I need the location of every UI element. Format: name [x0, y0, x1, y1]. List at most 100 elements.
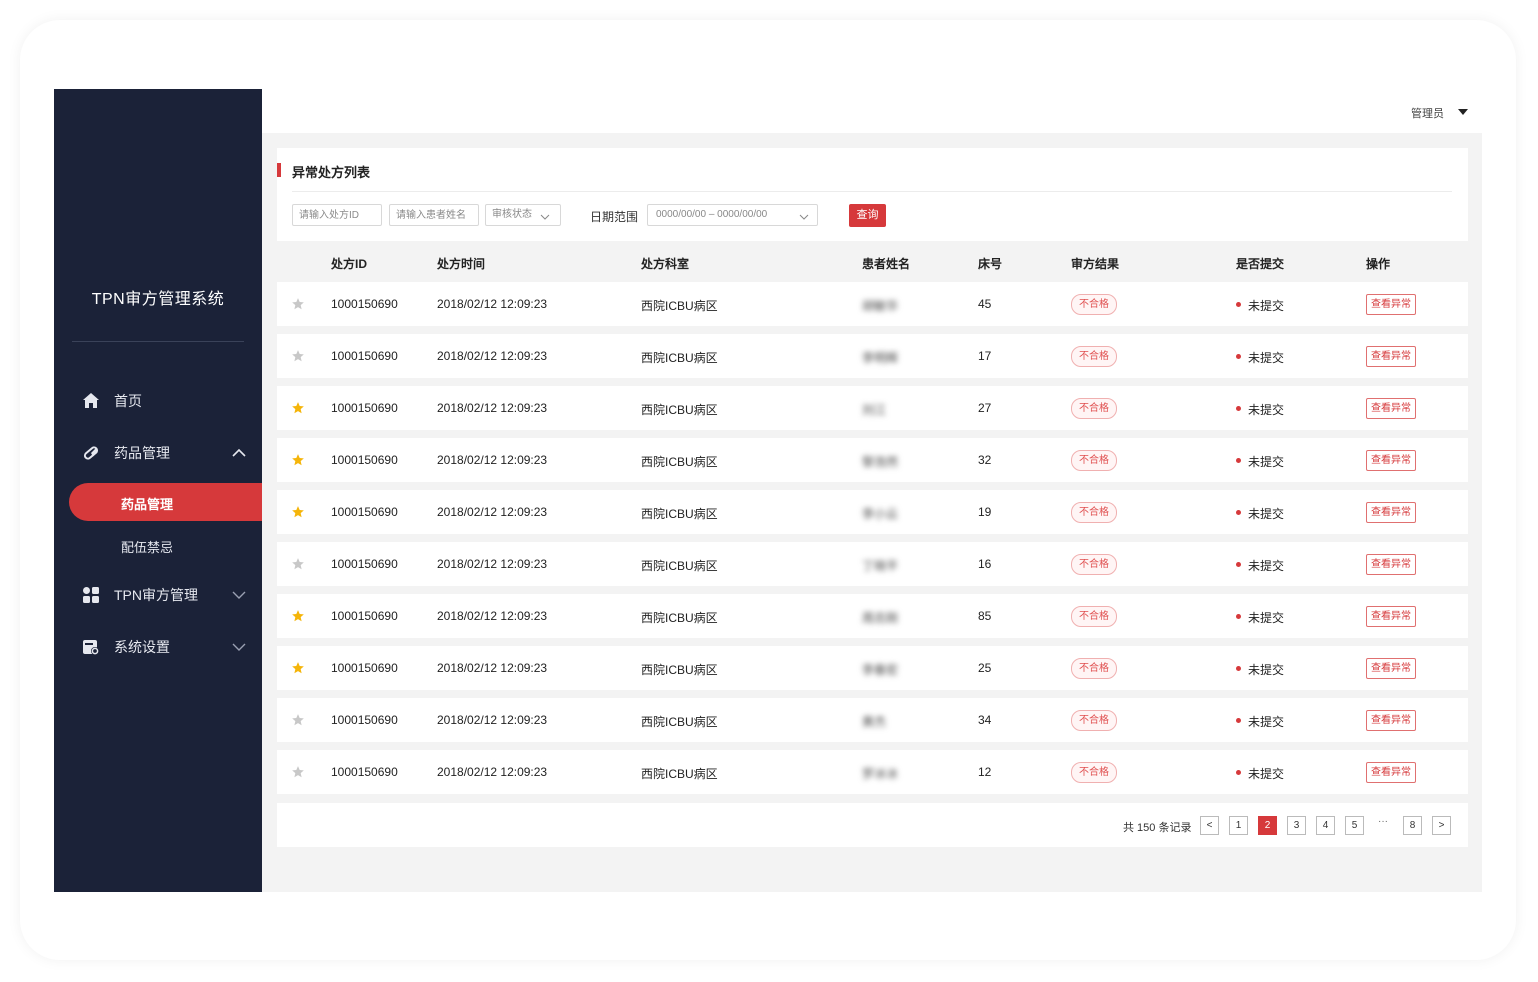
view-exception-button[interactable]: 查看异常 — [1366, 502, 1416, 523]
page-button[interactable]: 1 — [1229, 816, 1248, 835]
submenu-item-drug-management[interactable]: 药品管理 — [69, 483, 262, 521]
page-title: 异常处方列表 — [292, 165, 371, 180]
prescription-id: 1000150690 — [331, 349, 398, 363]
star-icon[interactable] — [291, 557, 305, 571]
prev-page-button[interactable]: < — [1200, 816, 1219, 835]
prescription-dept: 西院ICBU病区 — [641, 507, 718, 521]
status-dot — [1236, 614, 1241, 619]
page-button[interactable]: 3 — [1287, 816, 1306, 835]
sidebar-item-drug-management[interactable]: 药品管理 — [54, 433, 262, 473]
view-exception-button[interactable]: 查看异常 — [1366, 606, 1416, 627]
table-row[interactable]: 1000150690 2018/02/12 12:09:23 西院ICBU病区 … — [277, 594, 1468, 638]
prescription-time: 2018/02/12 12:09:23 — [437, 505, 548, 519]
patient-name: 李明辉 — [862, 351, 899, 365]
sidebar-divider — [72, 341, 244, 342]
prescription-time: 2018/02/12 12:09:23 — [437, 297, 548, 311]
submit-status: 未提交 — [1248, 351, 1285, 365]
review-status-select[interactable]: 审核状态 — [485, 204, 561, 226]
user-menu[interactable]: 管理员 — [1411, 105, 1444, 121]
patient-name-input[interactable] — [389, 204, 479, 226]
date-range-picker[interactable]: 0000/00/00 – 0000/00/00 — [647, 204, 818, 226]
patient-name: 周志刚 — [862, 611, 899, 625]
table-row[interactable]: 1000150690 2018/02/12 12:09:23 西院ICBU病区 … — [277, 542, 1468, 586]
table-row[interactable]: 1000150690 2018/02/12 12:09:23 西院ICBU病区 … — [277, 750, 1468, 794]
sidebar-item-system-settings[interactable]: 系统设置 — [54, 627, 262, 667]
bed-number: 32 — [978, 453, 992, 467]
view-exception-button[interactable]: 查看异常 — [1366, 294, 1416, 315]
view-exception-button[interactable]: 查看异常 — [1366, 762, 1416, 783]
submit-status: 未提交 — [1248, 507, 1285, 521]
prescription-id: 1000150690 — [331, 661, 398, 675]
patient-name: 罗冰冰 — [862, 767, 899, 781]
view-exception-button[interactable]: 查看异常 — [1366, 710, 1416, 731]
bed-number: 25 — [978, 661, 992, 675]
star-icon[interactable] — [291, 349, 305, 363]
submenu-item-incompatibility[interactable]: 配伍禁忌 — [121, 537, 173, 556]
pagination: 共 150 条记录 < 1 2 3 4 5 ··· 8 > — [277, 803, 1468, 847]
view-exception-button[interactable]: 查看异常 — [1366, 346, 1416, 367]
star-icon[interactable] — [291, 609, 305, 623]
prescription-dept: 西院ICBU病区 — [641, 455, 718, 469]
status-dot — [1236, 302, 1241, 307]
prescription-time: 2018/02/12 12:09:23 — [437, 713, 548, 727]
submenu-item-label: 药品管理 — [121, 497, 174, 512]
sidebar-item-home[interactable]: 首页 — [54, 381, 262, 421]
chevron-down-icon — [540, 210, 550, 220]
column-header: 患者姓名 — [862, 257, 911, 271]
star-icon[interactable] — [291, 401, 305, 415]
patient-name: 胡敏华 — [862, 299, 899, 313]
view-exception-button[interactable]: 查看异常 — [1366, 658, 1416, 679]
patient-name: 李春宏 — [862, 663, 899, 677]
bed-number: 12 — [978, 765, 992, 779]
prescription-time: 2018/02/12 12:09:23 — [437, 557, 548, 571]
next-page-button[interactable]: > — [1432, 816, 1451, 835]
table-row[interactable]: 1000150690 2018/02/12 12:09:23 西院ICBU病区 … — [277, 646, 1468, 690]
column-header: 处方ID — [331, 257, 368, 271]
patient-name: 刘江 — [862, 403, 887, 417]
date-range-label: 日期范围 — [590, 210, 639, 224]
star-icon[interactable] — [291, 505, 305, 519]
page-button[interactable]: 2 — [1258, 816, 1277, 835]
prescription-id: 1000150690 — [331, 765, 398, 779]
bed-number: 45 — [978, 297, 992, 311]
sidebar-item-label: 药品管理 — [114, 445, 170, 461]
app-title: TPN审方管理系统 — [91, 291, 225, 308]
star-icon[interactable] — [291, 765, 305, 779]
result-badge: 不合格 — [1071, 606, 1117, 627]
prescription-dept: 西院ICBU病区 — [641, 611, 718, 625]
prescription-time: 2018/02/12 12:09:23 — [437, 401, 548, 415]
status-dot — [1236, 354, 1241, 359]
table-row[interactable]: 1000150690 2018/02/12 12:09:23 西院ICBU病区 … — [277, 334, 1468, 378]
star-icon[interactable] — [291, 297, 305, 311]
view-exception-button[interactable]: 查看异常 — [1366, 554, 1416, 575]
result-badge: 不合格 — [1071, 502, 1117, 523]
page-button[interactable]: 5 — [1345, 816, 1364, 835]
table-row[interactable]: 1000150690 2018/02/12 12:09:23 西院ICBU病区 … — [277, 386, 1468, 430]
table-row[interactable]: 1000150690 2018/02/12 12:09:23 西院ICBU病区 … — [277, 282, 1468, 326]
status-dot — [1236, 718, 1241, 723]
table-row[interactable]: 1000150690 2018/02/12 12:09:23 西院ICBU病区 … — [277, 438, 1468, 482]
view-exception-button[interactable]: 查看异常 — [1366, 398, 1416, 419]
result-badge: 不合格 — [1071, 450, 1117, 471]
star-icon[interactable] — [291, 453, 305, 467]
prescription-dept: 西院ICBU病区 — [641, 715, 718, 729]
status-dot — [1236, 406, 1241, 411]
top-header: 管理员 — [262, 89, 1482, 133]
table-row[interactable]: 1000150690 2018/02/12 12:09:23 西院ICBU病区 … — [277, 490, 1468, 534]
caret-down-icon[interactable] — [1458, 109, 1468, 115]
column-header: 处方科室 — [641, 257, 690, 271]
star-icon[interactable] — [291, 713, 305, 727]
query-button[interactable]: 查询 — [849, 204, 886, 227]
star-icon[interactable] — [291, 661, 305, 675]
view-exception-button[interactable]: 查看异常 — [1366, 450, 1416, 471]
page-button[interactable]: 8 — [1403, 816, 1422, 835]
patient-name: 黎浩然 — [862, 455, 899, 469]
prescription-id: 1000150690 — [331, 401, 398, 415]
prescription-id-input[interactable] — [292, 204, 382, 226]
sidebar-item-tpn-review[interactable]: TPN审方管理 — [54, 575, 262, 615]
column-header: 是否提交 — [1236, 257, 1285, 271]
page-button[interactable]: 4 — [1316, 816, 1335, 835]
prescription-dept: 西院ICBU病区 — [641, 403, 718, 417]
grid-icon — [82, 586, 100, 604]
table-row[interactable]: 1000150690 2018/02/12 12:09:23 西院ICBU病区 … — [277, 698, 1468, 742]
